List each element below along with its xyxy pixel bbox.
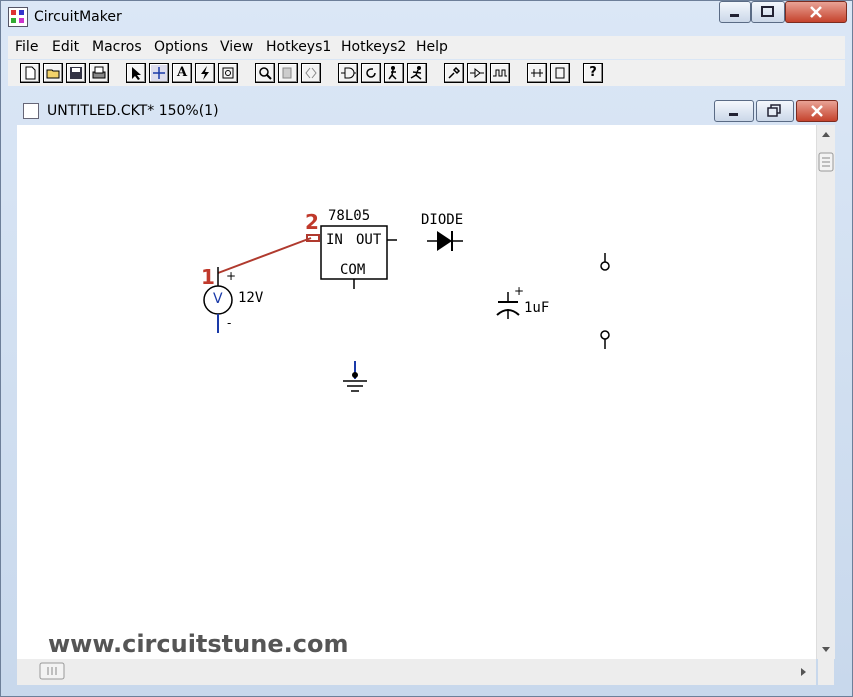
regulator-pin-com: COM <box>340 262 366 278</box>
capacitor-value: 1uF <box>524 300 550 316</box>
select-tool-button[interactable] <box>126 63 146 83</box>
menu-options[interactable]: Options <box>154 39 208 55</box>
waveform-icon <box>493 69 507 77</box>
signal-icon <box>470 67 484 79</box>
gate-button[interactable] <box>338 63 358 83</box>
source-value: 12V <box>238 290 264 306</box>
rotate-icon <box>366 68 376 78</box>
step-button[interactable] <box>384 63 404 83</box>
vertical-scrollbar[interactable] <box>816 125 835 659</box>
document-minimize-button[interactable] <box>714 100 754 122</box>
close-icon <box>810 6 822 18</box>
wire-tool-button[interactable] <box>149 63 169 83</box>
scroll-right-icon <box>801 668 806 676</box>
title-bar: CircuitMaker <box>0 0 853 34</box>
bus-icon <box>531 69 543 77</box>
ground-symbol <box>343 361 367 392</box>
scroll-down-icon <box>822 647 830 652</box>
document-close-button[interactable] <box>796 100 838 122</box>
help-button[interactable]: ? <box>583 63 603 83</box>
switch-symbol <box>600 253 610 349</box>
vertical-scrollbar-graphics <box>818 132 834 652</box>
menu-help[interactable]: Help <box>416 39 448 55</box>
toolbar: A ? <box>8 60 845 86</box>
run-button[interactable] <box>407 63 427 83</box>
step-marker-2: 2 <box>305 210 319 234</box>
new-file-icon <box>25 66 36 80</box>
close-icon <box>811 105 823 117</box>
diode-symbol <box>427 231 463 251</box>
crosshair-icon <box>153 67 165 79</box>
menu-hotkeys2[interactable]: Hotkeys2 <box>341 39 406 55</box>
scroll-up-icon <box>822 132 830 137</box>
zoom-window-icon <box>222 67 234 79</box>
print-button[interactable] <box>89 63 109 83</box>
magnifier-icon <box>259 67 272 80</box>
step-icon <box>388 66 397 80</box>
logic-gate-icon <box>341 67 356 79</box>
menu-macros[interactable]: Macros <box>92 39 142 55</box>
minimize-icon <box>730 14 739 17</box>
probe-tool-button[interactable] <box>444 63 464 83</box>
wire <box>217 237 312 274</box>
menu-view[interactable]: View <box>220 39 253 55</box>
size-grip <box>818 659 834 685</box>
maximize-button[interactable] <box>751 1 785 23</box>
probe-icon <box>448 66 461 79</box>
zoom-window-button[interactable] <box>218 63 238 83</box>
split-view-icon <box>305 67 317 79</box>
copy-page-icon <box>282 67 292 79</box>
document-title: UNTITLED.CKT* 150%(1) <box>47 103 219 119</box>
probe-button[interactable] <box>195 63 215 83</box>
new-file-button[interactable] <box>20 63 40 83</box>
print-icon <box>92 66 106 79</box>
watermark: www.circuitstune.com <box>48 630 349 658</box>
source-minus: - <box>227 316 232 330</box>
regulator-pin-out: OUT <box>356 232 382 248</box>
open-button[interactable] <box>43 63 63 83</box>
app-title: CircuitMaker <box>34 9 122 25</box>
close-button[interactable] <box>785 1 847 23</box>
bus-button[interactable] <box>527 63 547 83</box>
lightning-icon <box>201 66 209 80</box>
arrow-select-icon <box>132 67 141 80</box>
split-view-button[interactable] <box>301 63 321 83</box>
capacitor-plus: + <box>514 284 525 298</box>
menu-bar: File Edit Macros Options View Hotkeys1 H… <box>8 36 845 59</box>
circuitmaker-app-icon[interactable] <box>8 7 28 27</box>
menu-edit[interactable]: Edit <box>52 39 79 55</box>
menu-hotkeys1[interactable]: Hotkeys1 <box>266 39 331 55</box>
zoom-button[interactable] <box>255 63 275 83</box>
step-marker-1: 1 <box>201 265 215 289</box>
source-symbol-letter: V <box>213 291 223 307</box>
document-title-bar: UNTITLED.CKT* 150%(1) <box>8 96 845 124</box>
save-icon <box>70 67 82 79</box>
waveform-button[interactable] <box>490 63 510 83</box>
component-icon <box>555 67 565 79</box>
document-restore-button[interactable] <box>756 100 794 122</box>
horizontal-scrollbar[interactable] <box>17 659 816 685</box>
rotate-button[interactable] <box>361 63 381 83</box>
diode-label: DIODE <box>421 212 464 228</box>
open-folder-icon <box>46 69 60 79</box>
component-button[interactable] <box>550 63 570 83</box>
regulator-name: 78L05 <box>328 208 371 224</box>
run-icon <box>410 66 422 80</box>
minimize-icon <box>729 113 738 116</box>
menu-file[interactable]: File <box>15 39 38 55</box>
document-icon <box>23 103 39 119</box>
copy-page-button[interactable] <box>278 63 298 83</box>
minimize-button[interactable] <box>719 1 751 23</box>
source-plus: + <box>226 269 237 283</box>
maximize-icon <box>761 6 774 17</box>
schematic-drawing <box>203 225 610 392</box>
save-button[interactable] <box>66 63 86 83</box>
regulator-pin-in: IN <box>326 232 343 248</box>
signal-button[interactable] <box>467 63 487 83</box>
restore-icon <box>767 104 781 117</box>
text-tool-button[interactable]: A <box>172 63 192 83</box>
horizontal-scrollbar-graphics <box>39 662 806 680</box>
schematic-canvas[interactable]: 78L05 IN OUT COM DIODE V 12V + - + 1uF 1… <box>17 125 816 659</box>
